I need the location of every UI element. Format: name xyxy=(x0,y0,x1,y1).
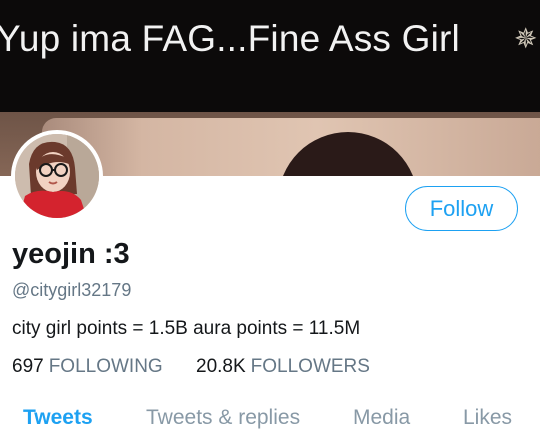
tab-media[interactable]: Media xyxy=(353,406,410,430)
user-handle: @citygirl32179 xyxy=(12,280,132,300)
followers-stat[interactable]: 20.8K FOLLOWERS xyxy=(196,356,370,378)
tab-tweets[interactable]: Tweets xyxy=(23,406,93,430)
followers-label: FOLLOWERS xyxy=(250,356,370,377)
sparkle-icon: ✵ xyxy=(514,23,538,54)
profile-bio: city girl points = 1.5B aura points = 11… xyxy=(12,318,361,339)
display-name: yeojin :3 xyxy=(12,238,130,270)
tab-likes[interactable]: Likes xyxy=(463,406,512,430)
tab-tweets-and-replies[interactable]: Tweets & replies xyxy=(146,406,300,430)
following-count: 697 xyxy=(12,356,44,377)
follow-button[interactable]: Follow xyxy=(405,186,518,231)
avatar-photo xyxy=(15,134,99,218)
following-stat[interactable]: 697 FOLLOWING xyxy=(12,356,163,378)
banner-caption: Yup ima FAG...Fine Ass Girl xyxy=(0,18,460,59)
avatar[interactable] xyxy=(11,130,103,222)
profile-tabs: Tweets Tweets & replies Media Likes xyxy=(0,396,540,446)
following-label: FOLLOWING xyxy=(48,356,163,377)
followers-count: 20.8K xyxy=(196,356,246,377)
